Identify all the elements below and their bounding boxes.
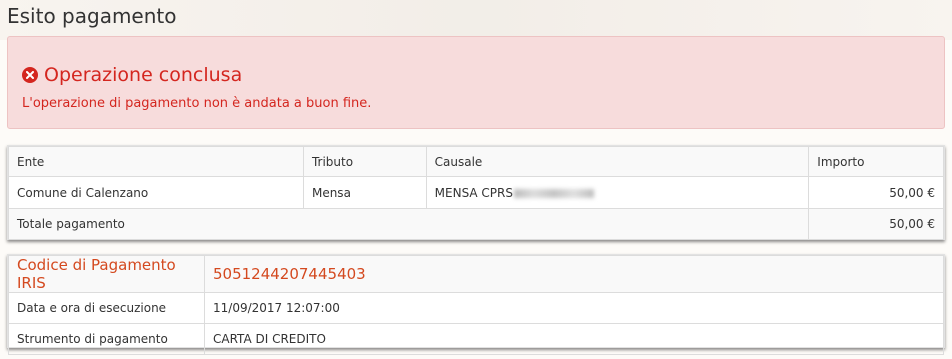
page-title: Esito pagamento xyxy=(7,4,177,28)
column-header-ente: Ente xyxy=(8,146,304,177)
execution-datetime-value: 11/09/2017 12:07:00 xyxy=(204,292,944,324)
payment-summary-table: Ente Tributo Causale Importo Comune di C… xyxy=(7,145,945,240)
alert-message: L'operazione di pagamento non è andata a… xyxy=(22,96,372,111)
error-circle-icon xyxy=(22,67,38,83)
column-header-importo: Importo xyxy=(808,146,944,177)
causale-text: MENSA CPRS xyxy=(434,185,514,200)
payment-method-value: CARTA DI CREDITO xyxy=(204,323,944,355)
error-alert: Operazione conclusa L'operazione di paga… xyxy=(7,36,945,129)
column-header-causale: Causale xyxy=(425,146,810,177)
iris-code-value: 5051244207445403 xyxy=(204,255,944,293)
total-label: Totale pagamento xyxy=(7,208,810,240)
iris-code-row: Codice di Pagamento IRIS 505124420744540… xyxy=(8,255,944,293)
table-row: Comune di Calenzano Mensa MENSA CPRS 50,… xyxy=(8,176,944,209)
execution-datetime-row: Data e ora di esecuzione 11/09/2017 12:0… xyxy=(8,292,944,324)
cell-ente: Comune di Calenzano xyxy=(8,176,304,209)
total-value: 50,00 € xyxy=(808,208,944,240)
alert-title-row: Operazione conclusa xyxy=(22,64,242,86)
payment-details-table: Codice di Pagamento IRIS 505124420744540… xyxy=(7,254,945,355)
payment-method-row: Strumento di pagamento CARTA DI CREDITO xyxy=(8,323,944,355)
redacted-text xyxy=(514,188,595,198)
alert-title: Operazione conclusa xyxy=(44,64,243,86)
table-header-row: Ente Tributo Causale Importo xyxy=(8,146,944,177)
payment-method-label: Strumento di pagamento xyxy=(8,323,205,355)
execution-datetime-label: Data e ora di esecuzione xyxy=(8,292,205,324)
cell-tributo: Mensa xyxy=(302,176,427,209)
iris-code-label: Codice di Pagamento IRIS xyxy=(8,255,205,293)
cell-importo: 50,00 € xyxy=(808,176,944,209)
cell-causale: MENSA CPRS xyxy=(425,176,810,209)
column-header-tributo: Tributo xyxy=(302,146,427,177)
total-row: Totale pagamento 50,00 € xyxy=(7,208,944,240)
